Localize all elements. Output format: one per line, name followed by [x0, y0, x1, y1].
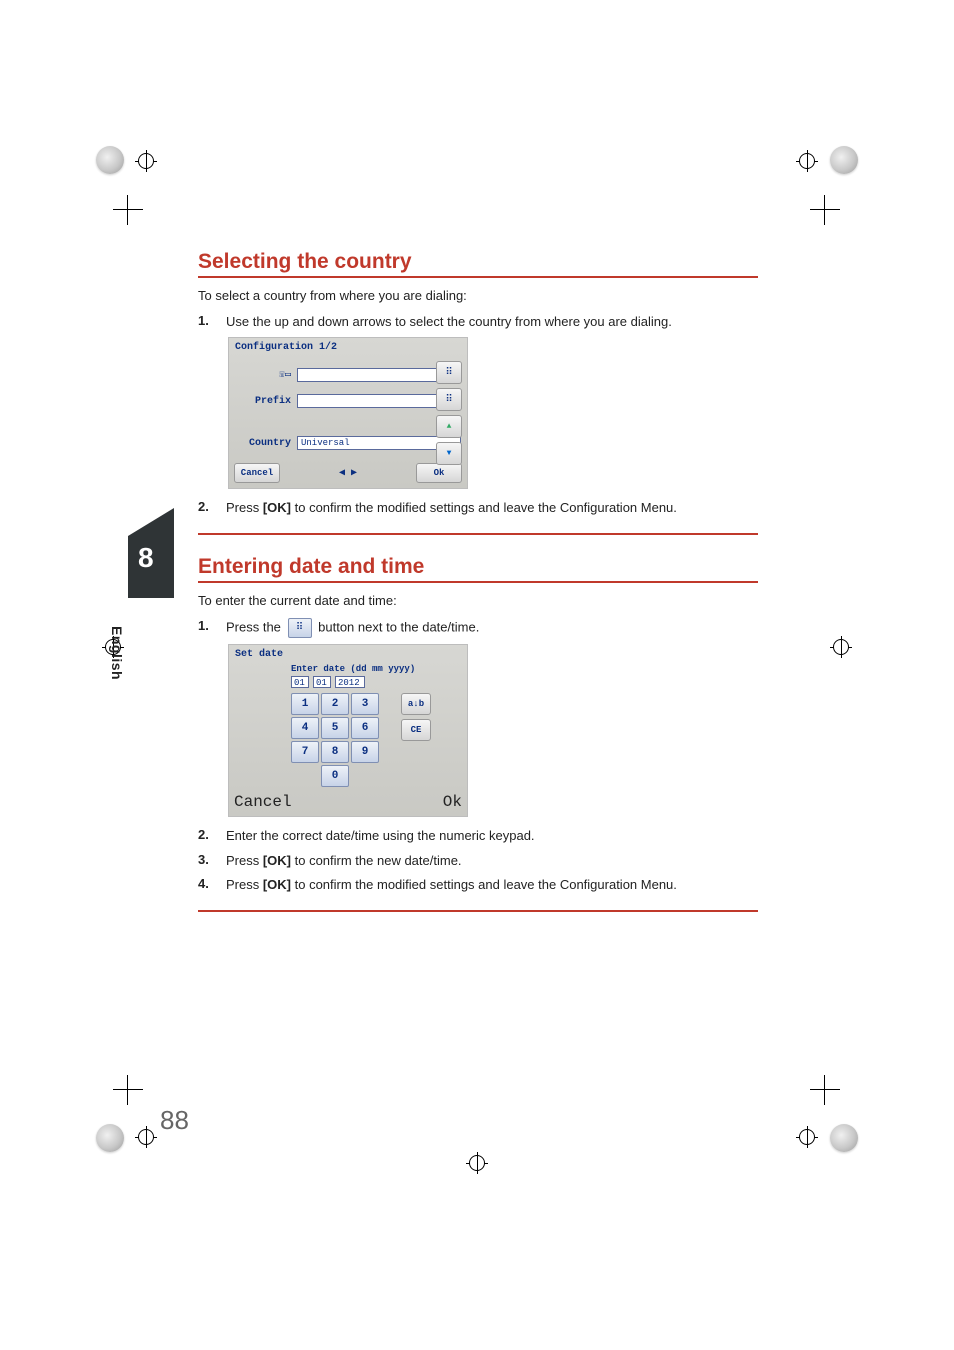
step-text: Press the ⠿ button next to the date/time…: [226, 618, 758, 638]
step-number: 2.: [198, 827, 226, 842]
arrow-up-button[interactable]: ▲: [436, 415, 462, 438]
chapter-tab: 8: [128, 508, 174, 598]
keypad-key-8[interactable]: 8: [321, 741, 349, 763]
crop-mark-icon: [113, 1075, 143, 1105]
registration-mark-icon: [135, 1126, 157, 1148]
chapter-number: 8: [138, 542, 154, 574]
intro-text: To select a country from where you are d…: [198, 288, 758, 303]
date-yyyy-field[interactable]: 2012: [335, 676, 365, 688]
keypad-key-9[interactable]: 9: [351, 741, 379, 763]
clear-entry-button[interactable]: CE: [401, 719, 431, 741]
keypad-key-3[interactable]: 3: [351, 693, 379, 715]
registration-mark-icon: [135, 150, 157, 172]
step-text: Press [OK] to confirm the new date/time.: [226, 852, 758, 870]
prefix-label: Prefix: [235, 396, 297, 407]
set-date-screen-mock: Set date Enter date (dd mm yyyy) 01 01 2…: [228, 644, 468, 817]
step-number: 4.: [198, 876, 226, 891]
step-text: Use the up and down arrows to select the…: [226, 313, 758, 331]
registration-mark-icon: [796, 1126, 818, 1148]
registration-mark-icon: [796, 150, 818, 172]
step-number: 3.: [198, 852, 226, 867]
step-text: Enter the correct date/time using the nu…: [226, 827, 758, 845]
step-number: 1.: [198, 313, 226, 328]
cancel-button[interactable]: Cancel: [234, 463, 280, 483]
step-text: Press [OK] to confirm the modified setti…: [226, 876, 758, 894]
language-tab: English: [109, 626, 125, 680]
intro-text: To enter the current date and time:: [198, 593, 758, 608]
config-screen-title: Configuration 1/2: [229, 338, 467, 357]
keypad-key-2[interactable]: 2: [321, 693, 349, 715]
date-hint: Enter date (dd mm yyyy): [229, 664, 467, 676]
keypad-icon-button[interactable]: ⠿: [436, 361, 462, 384]
keypad-icon-button[interactable]: ⠿: [436, 388, 462, 411]
crop-mark-icon: [810, 195, 840, 225]
keypad-key-1[interactable]: 1: [291, 693, 319, 715]
numeric-keypad: 1 2 3 4 5 6 7 8 9 0: [291, 693, 379, 787]
ok-button[interactable]: Ok: [416, 463, 462, 483]
set-date-title: Set date: [229, 645, 467, 664]
registration-mark-icon: [830, 636, 852, 658]
country-label: Country: [235, 438, 297, 449]
date-mm-field[interactable]: 01: [313, 676, 331, 688]
keypad-key-5[interactable]: 5: [321, 717, 349, 739]
crop-mark-icon: [810, 1075, 840, 1105]
print-dot-icon: [96, 146, 124, 174]
keypad-key-6[interactable]: 6: [351, 717, 379, 739]
telephone-icon: ☏▭: [235, 369, 297, 381]
keypad-key-7[interactable]: 7: [291, 741, 319, 763]
nav-arrows-icon[interactable]: ◀ ▶: [339, 467, 357, 479]
configuration-screen-mock: Configuration 1/2 ☏▭ Prefix Country Univ…: [228, 337, 468, 489]
section-heading-selecting-country: Selecting the country: [198, 250, 758, 278]
keypad-icon: ⠿: [288, 618, 312, 638]
section-heading-entering-date-time: Entering date and time: [198, 555, 758, 583]
arrow-down-button[interactable]: ▼: [436, 442, 462, 465]
print-dot-icon: [830, 1124, 858, 1152]
page-number: 88: [160, 1105, 189, 1136]
step-number: 2.: [198, 499, 226, 514]
ok-button[interactable]: Ok: [443, 793, 462, 811]
keypad-key-0[interactable]: 0: [321, 765, 349, 787]
step-text: Press [OK] to confirm the modified setti…: [226, 499, 758, 517]
section-divider: [198, 533, 758, 535]
crop-mark-icon: [113, 195, 143, 225]
registration-mark-icon: [466, 1152, 488, 1174]
section-divider: [198, 910, 758, 912]
keypad-key-4[interactable]: 4: [291, 717, 319, 739]
abc-mode-button[interactable]: a↓b: [401, 693, 431, 715]
print-dot-icon: [830, 146, 858, 174]
date-dd-field[interactable]: 01: [291, 676, 309, 688]
print-dot-icon: [96, 1124, 124, 1152]
step-number: 1.: [198, 618, 226, 633]
cancel-button[interactable]: Cancel: [234, 793, 292, 811]
